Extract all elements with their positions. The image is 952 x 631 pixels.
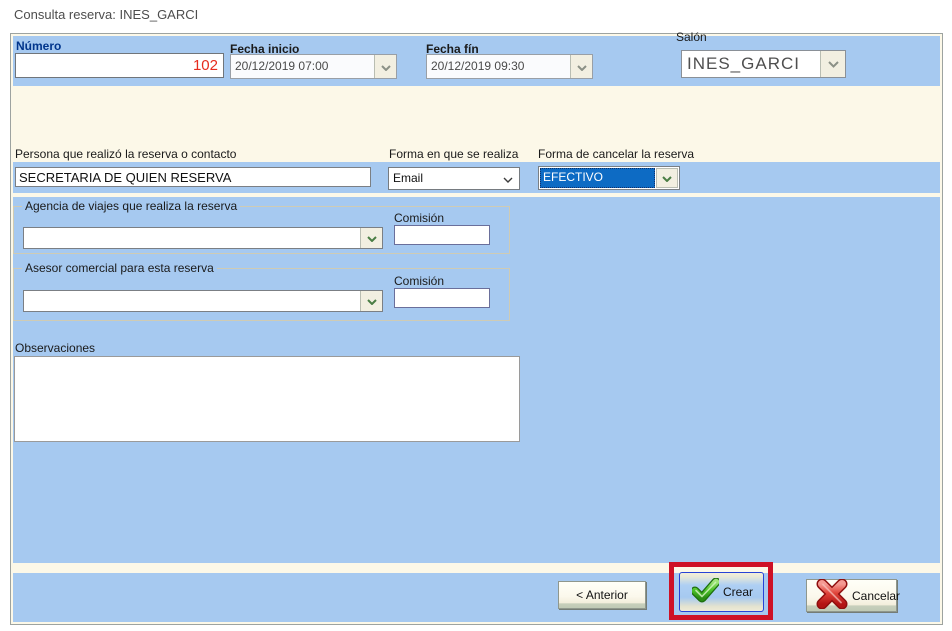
agencia-dropdown-button[interactable] <box>360 228 382 248</box>
agencia-groupbox: Agencia de viajes que realiza la reserva… <box>13 206 510 254</box>
asesor-combo[interactable] <box>23 290 383 312</box>
persona-input[interactable] <box>15 167 371 187</box>
forma-realiza-value: Email <box>389 168 497 189</box>
fecha-fin-dropdown-button[interactable] <box>570 55 592 78</box>
chevron-down-icon <box>828 55 839 73</box>
fecha-inicio-value: 20/12/2019 07:00 <box>231 55 374 78</box>
chevron-down-icon <box>662 169 672 187</box>
salon-dropdown-button[interactable] <box>820 51 845 77</box>
agencia-combo[interactable] <box>23 227 383 249</box>
chevron-down-icon <box>367 292 377 310</box>
salon-value: INES_GARCI <box>682 51 820 77</box>
agencia-combo-value <box>24 228 360 248</box>
salon-label: Salón <box>676 30 707 44</box>
footer-band <box>13 573 940 622</box>
cancelar-button-label: Cancelar <box>852 589 900 603</box>
chevron-down-icon <box>367 229 377 247</box>
observaciones-textarea[interactable] <box>14 356 520 442</box>
forma-realiza-combo[interactable]: Email <box>388 167 520 190</box>
forma-realiza-dropdown-button[interactable] <box>497 168 519 189</box>
forma-cancelar-selected-value: EFECTIVO <box>540 168 655 188</box>
crear-button[interactable]: Crear <box>679 572 764 612</box>
agencia-comision-label: Comisión <box>394 211 444 225</box>
asesor-groupbox: Asesor comercial para esta reserva Comis… <box>13 268 510 321</box>
chevron-down-icon <box>577 58 587 76</box>
forma-realiza-label: Forma en que se realiza <box>389 147 518 161</box>
x-icon <box>816 579 848 612</box>
forma-cancelar-label: Forma de cancelar la reserva <box>538 147 694 161</box>
check-icon <box>692 578 719 606</box>
anterior-button-label: < Anterior <box>576 588 628 602</box>
asesor-combo-value <box>24 291 360 311</box>
asesor-dropdown-button[interactable] <box>360 291 382 311</box>
numero-label: Número <box>16 39 61 53</box>
cancelar-button[interactable]: Cancelar <box>806 579 897 612</box>
fecha-fin-combo[interactable]: 20/12/2019 09:30 <box>426 54 593 79</box>
fecha-inicio-dropdown-button[interactable] <box>374 55 396 78</box>
salon-combo[interactable]: INES_GARCI <box>681 50 846 78</box>
asesor-comision-input[interactable] <box>394 288 490 308</box>
numero-input[interactable] <box>15 53 224 78</box>
page-title: Consulta reserva: INES_GARCI <box>14 7 198 22</box>
fecha-fin-value: 20/12/2019 09:30 <box>427 55 570 78</box>
chevron-down-icon <box>381 58 391 76</box>
crear-button-label: Crear <box>723 585 753 599</box>
agencia-group-label: Agencia de viajes que realiza la reserva <box>22 199 240 213</box>
anterior-button[interactable]: < Anterior <box>558 581 646 609</box>
observaciones-label: Observaciones <box>15 341 95 355</box>
asesor-comision-label: Comisión <box>394 274 444 288</box>
agencia-comision-input[interactable] <box>394 225 490 245</box>
persona-label: Persona que realizó la reserva o contact… <box>15 147 236 161</box>
chevron-down-icon <box>503 170 513 188</box>
forma-cancelar-dropdown-button[interactable] <box>656 168 678 188</box>
fecha-inicio-combo[interactable]: 20/12/2019 07:00 <box>230 54 397 79</box>
forma-cancelar-combo[interactable]: EFECTIVO <box>538 166 680 190</box>
asesor-group-label: Asesor comercial para esta reserva <box>22 261 217 275</box>
